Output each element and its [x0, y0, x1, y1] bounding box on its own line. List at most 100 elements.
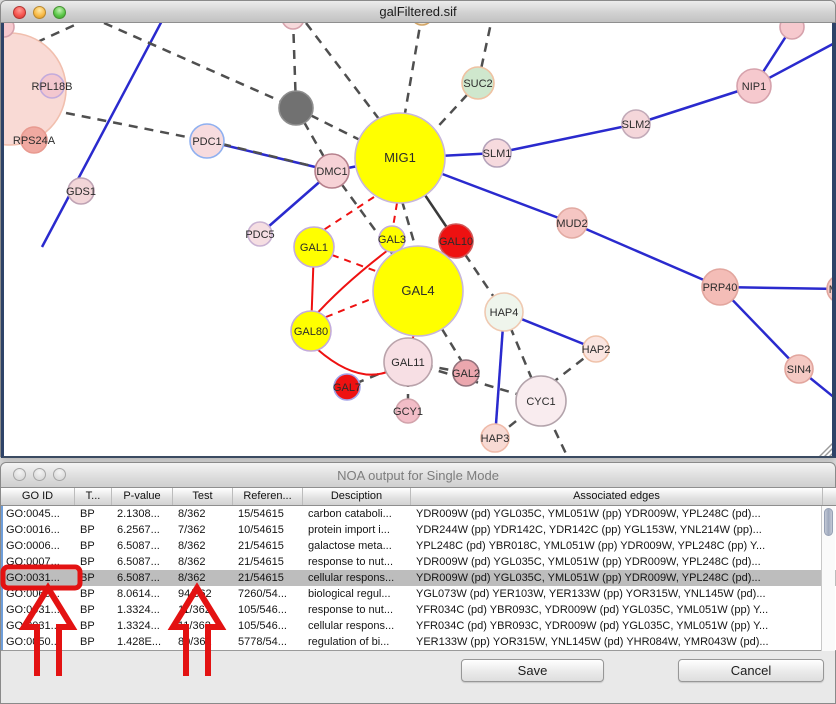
- node-top-tan-node[interactable]: [411, 23, 433, 25]
- table-cell[interactable]: BP: [75, 538, 112, 554]
- table-cell[interactable]: GO:0031...: [1, 618, 75, 634]
- table-row-selected[interactable]: GO:0031...BP6.5087...8/36221/54615cellul…: [1, 570, 836, 586]
- table-cell[interactable]: GO:0045...: [1, 506, 75, 522]
- table-cell[interactable]: biological regul...: [303, 586, 411, 602]
- table-cell[interactable]: 1.3324...: [112, 618, 173, 634]
- edge-pd[interactable]: [404, 23, 422, 119]
- edge-red-dash[interactable]: [322, 197, 374, 231]
- table-cell[interactable]: 80/362: [173, 634, 233, 650]
- table-cell[interactable]: BP: [75, 506, 112, 522]
- save-button[interactable]: Save: [461, 659, 604, 682]
- table-cell[interactable]: 94/362: [173, 586, 233, 602]
- table-cell[interactable]: carbon cataboli...: [303, 506, 411, 522]
- node-gray-node[interactable]: [279, 91, 313, 125]
- table-cell[interactable]: YDR244W (pp) YDR142C, YDR142C (pp) YGL15…: [411, 522, 823, 538]
- table-cell[interactable]: regulation of bi...: [303, 634, 411, 650]
- table-cell[interactable]: GO:0006...: [1, 538, 75, 554]
- table-row[interactable]: GO:0031...BP1.3324...11/362105/546...cel…: [1, 618, 836, 634]
- table-cell[interactable]: GO:0031...: [1, 602, 75, 618]
- table-row[interactable]: GO:0031...BP1.3324...11/362105/546...res…: [1, 602, 836, 618]
- table-cell[interactable]: BP: [75, 586, 112, 602]
- table-cell[interactable]: BP: [75, 522, 112, 538]
- column-header-t[interactable]: T...: [75, 488, 112, 505]
- table-cell[interactable]: BP: [75, 618, 112, 634]
- table-cell[interactable]: YDR009W (pd) YGL035C, YML051W (pp) YDR00…: [411, 570, 823, 586]
- resize-grip-line[interactable]: [824, 447, 834, 457]
- table-cell[interactable]: 7/362: [173, 522, 233, 538]
- table-cell[interactable]: 11/362: [173, 618, 233, 634]
- table-cell[interactable]: 8.0614...: [112, 586, 173, 602]
- edge-pp[interactable]: [42, 23, 164, 247]
- table-cell[interactable]: 1.3324...: [112, 602, 173, 618]
- table-cell[interactable]: YFR034C (pd) YBR093C, YDR009W (pd) YGL03…: [411, 602, 823, 618]
- table-cell[interactable]: YDR009W (pd) YGL035C, YML051W (pp) YDR00…: [411, 554, 823, 570]
- table-cell[interactable]: GO:0031...: [1, 570, 75, 586]
- table-cell[interactable]: GO:0065...: [1, 586, 75, 602]
- table-cell[interactable]: GO:0007...: [1, 554, 75, 570]
- column-header-goid[interactable]: GO ID: [1, 488, 75, 505]
- node-top-center-node[interactable]: [282, 23, 304, 29]
- table-cell[interactable]: 7260/54...: [233, 586, 303, 602]
- table-cell[interactable]: BP: [75, 570, 112, 586]
- vertical-scrollbar[interactable]: [821, 506, 835, 651]
- table-row[interactable]: GO:0045...BP2.1308...8/36215/54615carbon…: [1, 506, 836, 522]
- table-cell[interactable]: 11/362: [173, 602, 233, 618]
- table-cell[interactable]: 2.1308...: [112, 506, 173, 522]
- edge-pd[interactable]: [306, 23, 382, 123]
- edge-red-dash[interactable]: [332, 255, 381, 273]
- table-cell[interactable]: 10/54615: [233, 522, 303, 538]
- resize-grip-line[interactable]: [829, 452, 834, 457]
- edge-pd[interactable]: [442, 329, 464, 365]
- column-header-associatededges[interactable]: Associated edges: [411, 488, 823, 505]
- table-cell[interactable]: 105/546...: [233, 602, 303, 618]
- table-cell[interactable]: cellular respons...: [303, 618, 411, 634]
- table-row[interactable]: GO:0050...BP1.428E...80/3625778/54...reg…: [1, 634, 836, 650]
- edge-pd[interactable]: [104, 23, 296, 108]
- table-cell[interactable]: 6.5087...: [112, 554, 173, 570]
- scrollbar-thumb[interactable]: [824, 508, 833, 536]
- table-row[interactable]: GO:0016...BP6.2567...7/36210/54615protei…: [1, 522, 836, 538]
- table-cell[interactable]: YER133W (pp) YOR315W, YNL145W (pd) YHR08…: [411, 634, 823, 650]
- edge-pd[interactable]: [66, 113, 207, 141]
- table-cell[interactable]: 105/546...: [233, 618, 303, 634]
- edge-pp[interactable]: [636, 86, 754, 124]
- column-header-referen[interactable]: Referen...: [233, 488, 303, 505]
- table-cell[interactable]: 8/362: [173, 506, 233, 522]
- table-row[interactable]: GO:0006...BP6.5087...8/36221/54615galact…: [1, 538, 836, 554]
- table-cell[interactable]: GO:0016...: [1, 522, 75, 538]
- table-cell[interactable]: protein import i...: [303, 522, 411, 538]
- network-window-titlebar[interactable]: galFiltered.sif: [1, 1, 835, 23]
- column-header-desciption[interactable]: Desciption: [303, 488, 411, 505]
- table-cell[interactable]: 6.5087...: [112, 538, 173, 554]
- table-cell[interactable]: 21/54615: [233, 570, 303, 586]
- table-cell[interactable]: BP: [75, 554, 112, 570]
- column-header-test[interactable]: Test: [173, 488, 233, 505]
- table-cell[interactable]: response to nut...: [303, 554, 411, 570]
- edge-pp[interactable]: [572, 223, 720, 287]
- network-canvas[interactable]: RPL18BRPS24AGDS1PDC1MIG1DMC1SUC2SLM1SLM2…: [1, 23, 836, 458]
- table-cell[interactable]: YDR009W (pd) YGL035C, YML051W (pp) YDR00…: [411, 506, 823, 522]
- table-cell[interactable]: 6.2567...: [112, 522, 173, 538]
- table-cell[interactable]: 8/362: [173, 538, 233, 554]
- table-cell[interactable]: response to nut...: [303, 602, 411, 618]
- table-cell[interactable]: YFR034C (pd) YBR093C, YDR009W (pd) YGL03…: [411, 618, 823, 634]
- table-cell[interactable]: GO:0050...: [1, 634, 75, 650]
- table-cell[interactable]: 21/54615: [233, 554, 303, 570]
- table-cell[interactable]: 21/54615: [233, 538, 303, 554]
- table-cell[interactable]: 8/362: [173, 554, 233, 570]
- table-cell[interactable]: BP: [75, 602, 112, 618]
- column-header-pvalue[interactable]: P-value: [112, 488, 173, 505]
- table-cell[interactable]: 8/362: [173, 570, 233, 586]
- table-row[interactable]: GO:0065...BP8.0614...94/3627260/54...bio…: [1, 586, 836, 602]
- table-cell[interactable]: BP: [75, 634, 112, 650]
- table-cell[interactable]: 1.428E...: [112, 634, 173, 650]
- table-cell[interactable]: 15/54615: [233, 506, 303, 522]
- edge-red-dash[interactable]: [393, 203, 397, 227]
- table-cell[interactable]: galactose meta...: [303, 538, 411, 554]
- cancel-button[interactable]: Cancel: [678, 659, 824, 682]
- edge-pp[interactable]: [497, 124, 636, 153]
- noa-window-titlebar[interactable]: NOA output for Single Mode: [1, 463, 835, 488]
- edge-red-dash[interactable]: [326, 297, 376, 317]
- table-cell[interactable]: YPL248C (pd) YBR018C, YML051W (pp) YDR00…: [411, 538, 823, 554]
- table-cell[interactable]: YGL073W (pd) YER103W, YER133W (pp) YOR31…: [411, 586, 823, 602]
